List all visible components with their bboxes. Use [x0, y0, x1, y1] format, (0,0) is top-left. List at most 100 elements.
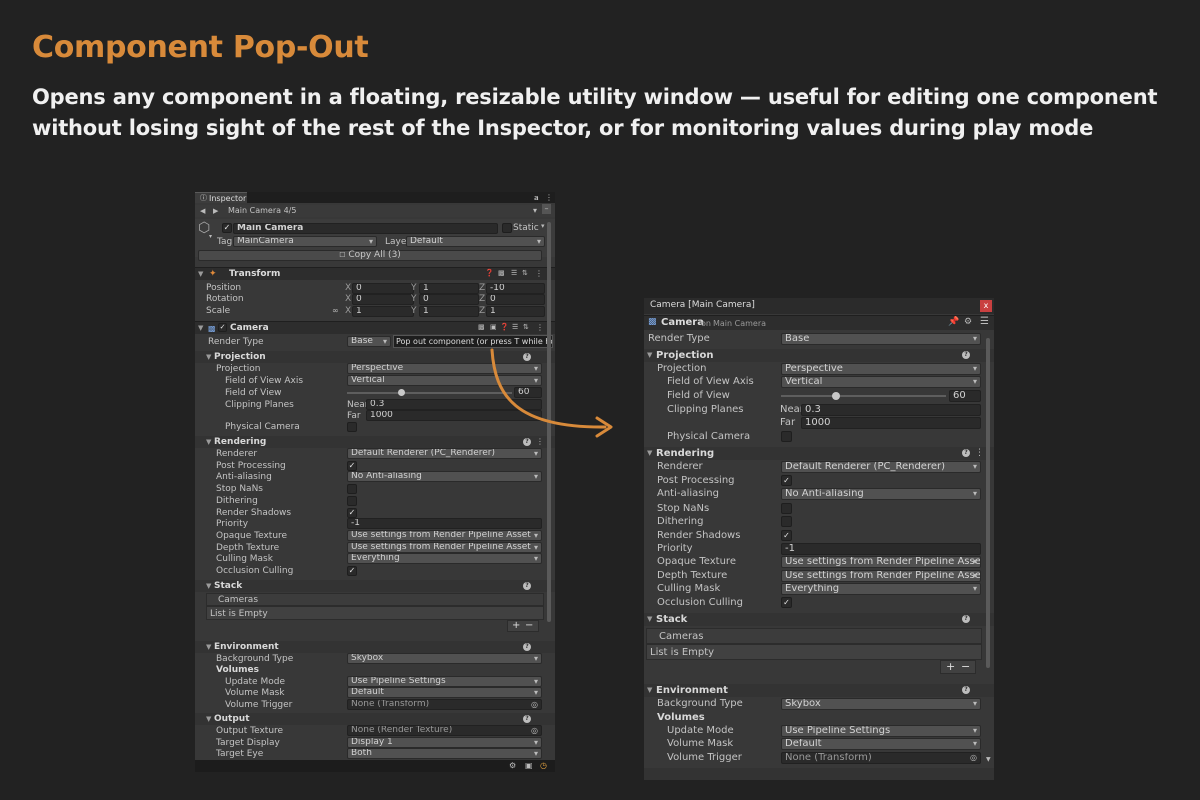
add-button[interactable]: + [946, 660, 955, 673]
add-button[interactable]: + [512, 620, 520, 631]
camera-preview-icon[interactable]: ▣ [490, 323, 497, 331]
nav-dropdown-icon[interactable]: ▾ [533, 205, 537, 217]
projection-header[interactable]: ▼ Projection ? [195, 351, 555, 363]
debug-icon[interactable]: ⚙ [509, 760, 516, 772]
kebab-menu-icon[interactable]: ⋮ [536, 323, 544, 332]
scroll-down-icon[interactable]: ▼ [986, 756, 991, 763]
volume-trigger-field[interactable]: None (Transform) [347, 699, 542, 710]
anti-aliasing-dropdown[interactable]: No Anti-aliasing [347, 471, 542, 482]
scrollbar[interactable] [986, 338, 990, 668]
fov-slider-thumb[interactable] [832, 392, 840, 400]
camera-header[interactable]: ▼ ▩ ✓ Camera ▩ ▣ ❓ ☰ ⇅ ⋮ [195, 321, 555, 334]
scrollbar[interactable] [547, 222, 551, 622]
help-icon[interactable]: ? [523, 715, 531, 723]
close-button[interactable]: x [980, 300, 992, 312]
presets-icon[interactable]: ☰ [511, 269, 517, 277]
stop-nans-checkbox[interactable] [347, 484, 357, 494]
tab-inspector[interactable]: ⓘ Inspector [195, 192, 247, 203]
physical-camera-checkbox[interactable] [781, 431, 792, 442]
remove-button[interactable]: − [525, 620, 533, 631]
renderer-dropdown[interactable]: Default Renderer (PC_Renderer) [781, 461, 981, 473]
lock-icon[interactable]: 𝐚 [534, 192, 539, 203]
menu-icon[interactable]: ☰ [980, 316, 989, 327]
target-eye-dropdown[interactable]: Both [347, 748, 542, 759]
volume-trigger-field[interactable]: None (Transform) [781, 752, 981, 764]
rotation-y-field[interactable]: 0 [419, 294, 479, 305]
object-name-field[interactable]: Main Camera [233, 223, 498, 234]
near-field[interactable]: 0.3 [801, 404, 981, 416]
render-shadows-checkbox[interactable]: ✓ [347, 508, 357, 518]
settings-icon[interactable]: ⇅ [522, 269, 528, 277]
background-type-dropdown[interactable]: Skybox [347, 653, 542, 664]
stack-header[interactable]: ▼ Stack ? [644, 613, 994, 626]
transform-header[interactable]: ▼ ✦ Transform ❓ ▩ ☰ ⇅ ⋮ [195, 267, 555, 280]
chevron-down-icon[interactable]: ▾ [209, 233, 212, 240]
fov-slider-track[interactable] [347, 392, 512, 394]
volume-mask-dropdown[interactable]: Default [781, 738, 981, 750]
rendering-header[interactable]: ▼ Rendering ? ⋮ [644, 447, 994, 460]
layer-dropdown[interactable]: Default [406, 236, 545, 247]
help-icon[interactable]: ? [962, 351, 970, 359]
help-icon[interactable]: ? [523, 353, 531, 361]
renderer-dropdown[interactable]: Default Renderer (PC_Renderer) [347, 448, 542, 459]
pin-icon[interactable]: 📌 [948, 317, 959, 327]
remove-button[interactable]: − [961, 660, 970, 673]
update-mode-dropdown[interactable]: Use Pipeline Settings [347, 676, 542, 687]
forward-arrow-icon[interactable]: ▶ [213, 205, 218, 217]
kebab-menu-icon[interactable]: ⋮ [545, 192, 553, 203]
post-processing-checkbox[interactable]: ✓ [347, 461, 357, 471]
title-bar[interactable]: Camera [Main Camera] x [644, 298, 994, 314]
help-icon[interactable]: ? [962, 449, 970, 457]
render-shadows-checkbox[interactable]: ✓ [781, 530, 792, 541]
physical-camera-checkbox[interactable] [347, 422, 357, 432]
stack-header[interactable]: ▼ Stack ? [195, 580, 555, 592]
culling-mask-dropdown[interactable]: Everything [347, 553, 542, 564]
back-arrow-icon[interactable]: ◀ [200, 205, 205, 217]
fov-field[interactable]: 60 [514, 387, 542, 398]
far-field[interactable]: 1000 [366, 410, 542, 421]
post-processing-checkbox[interactable]: ✓ [781, 475, 792, 486]
help-icon[interactable]: ? [523, 643, 531, 651]
tag-dropdown[interactable]: MainCamera [233, 236, 377, 247]
help-icon[interactable]: ? [523, 438, 531, 446]
popout-icon[interactable]: ▩ [498, 269, 505, 277]
environment-header[interactable]: ▼ Environment ? [644, 684, 994, 697]
dithering-checkbox[interactable] [781, 516, 792, 527]
projection-dropdown[interactable]: Perspective [347, 363, 542, 374]
popout-component-header[interactable]: ▩ Camera on Main Camera 📌 ⚙ ☰ [644, 315, 994, 330]
active-checkbox[interactable]: ✓ [222, 223, 232, 233]
priority-field[interactable]: -1 [347, 518, 542, 529]
static-checkbox[interactable] [502, 223, 512, 233]
anti-aliasing-dropdown[interactable]: No Anti-aliasing [781, 488, 981, 500]
projection-header[interactable]: ▼ Projection ? [644, 349, 994, 362]
background-type-dropdown[interactable]: Skybox [781, 698, 981, 710]
popout-icon[interactable]: ▩ [478, 323, 485, 331]
occlusion-culling-checkbox[interactable]: ✓ [347, 566, 357, 576]
update-mode-dropdown[interactable]: Use Pipeline Settings [781, 725, 981, 737]
stop-nans-checkbox[interactable] [781, 503, 792, 514]
scale-y-field[interactable]: 1 [419, 306, 479, 317]
fov-axis-dropdown[interactable]: Vertical [781, 376, 981, 388]
fov-axis-dropdown[interactable]: Vertical [347, 375, 542, 386]
opaque-texture-dropdown[interactable]: Use settings from Render Pipeline Asset [781, 556, 981, 568]
dithering-checkbox[interactable] [347, 496, 357, 506]
fov-slider-thumb[interactable] [398, 389, 405, 396]
priority-field[interactable]: -1 [781, 543, 981, 555]
notes-icon[interactable]: ▣ [525, 760, 533, 772]
help-icon[interactable]: ? [962, 615, 970, 623]
help-icon[interactable]: ❓ [500, 323, 509, 331]
environment-header[interactable]: ▼ Environment ? [195, 641, 555, 653]
kebab-menu-icon[interactable]: ⋮ [975, 447, 984, 460]
link-icon[interactable]: ∞ [332, 305, 339, 317]
fov-slider-track[interactable] [781, 395, 946, 397]
settings-icon[interactable]: ⚙ [964, 317, 972, 327]
collapse-icon[interactable]: – [542, 204, 551, 214]
target-display-dropdown[interactable]: Display 1 [347, 737, 542, 748]
camera-enabled-checkbox[interactable]: ✓ [218, 323, 227, 332]
settings-icon[interactable]: ⇅ [523, 323, 529, 331]
kebab-menu-icon[interactable]: ⋮ [535, 269, 543, 278]
rotation-z-field[interactable]: 0 [486, 294, 545, 305]
output-header[interactable]: ▼ Output ? [195, 713, 555, 725]
help-icon[interactable]: ? [523, 582, 531, 590]
far-field[interactable]: 1000 [801, 417, 981, 429]
